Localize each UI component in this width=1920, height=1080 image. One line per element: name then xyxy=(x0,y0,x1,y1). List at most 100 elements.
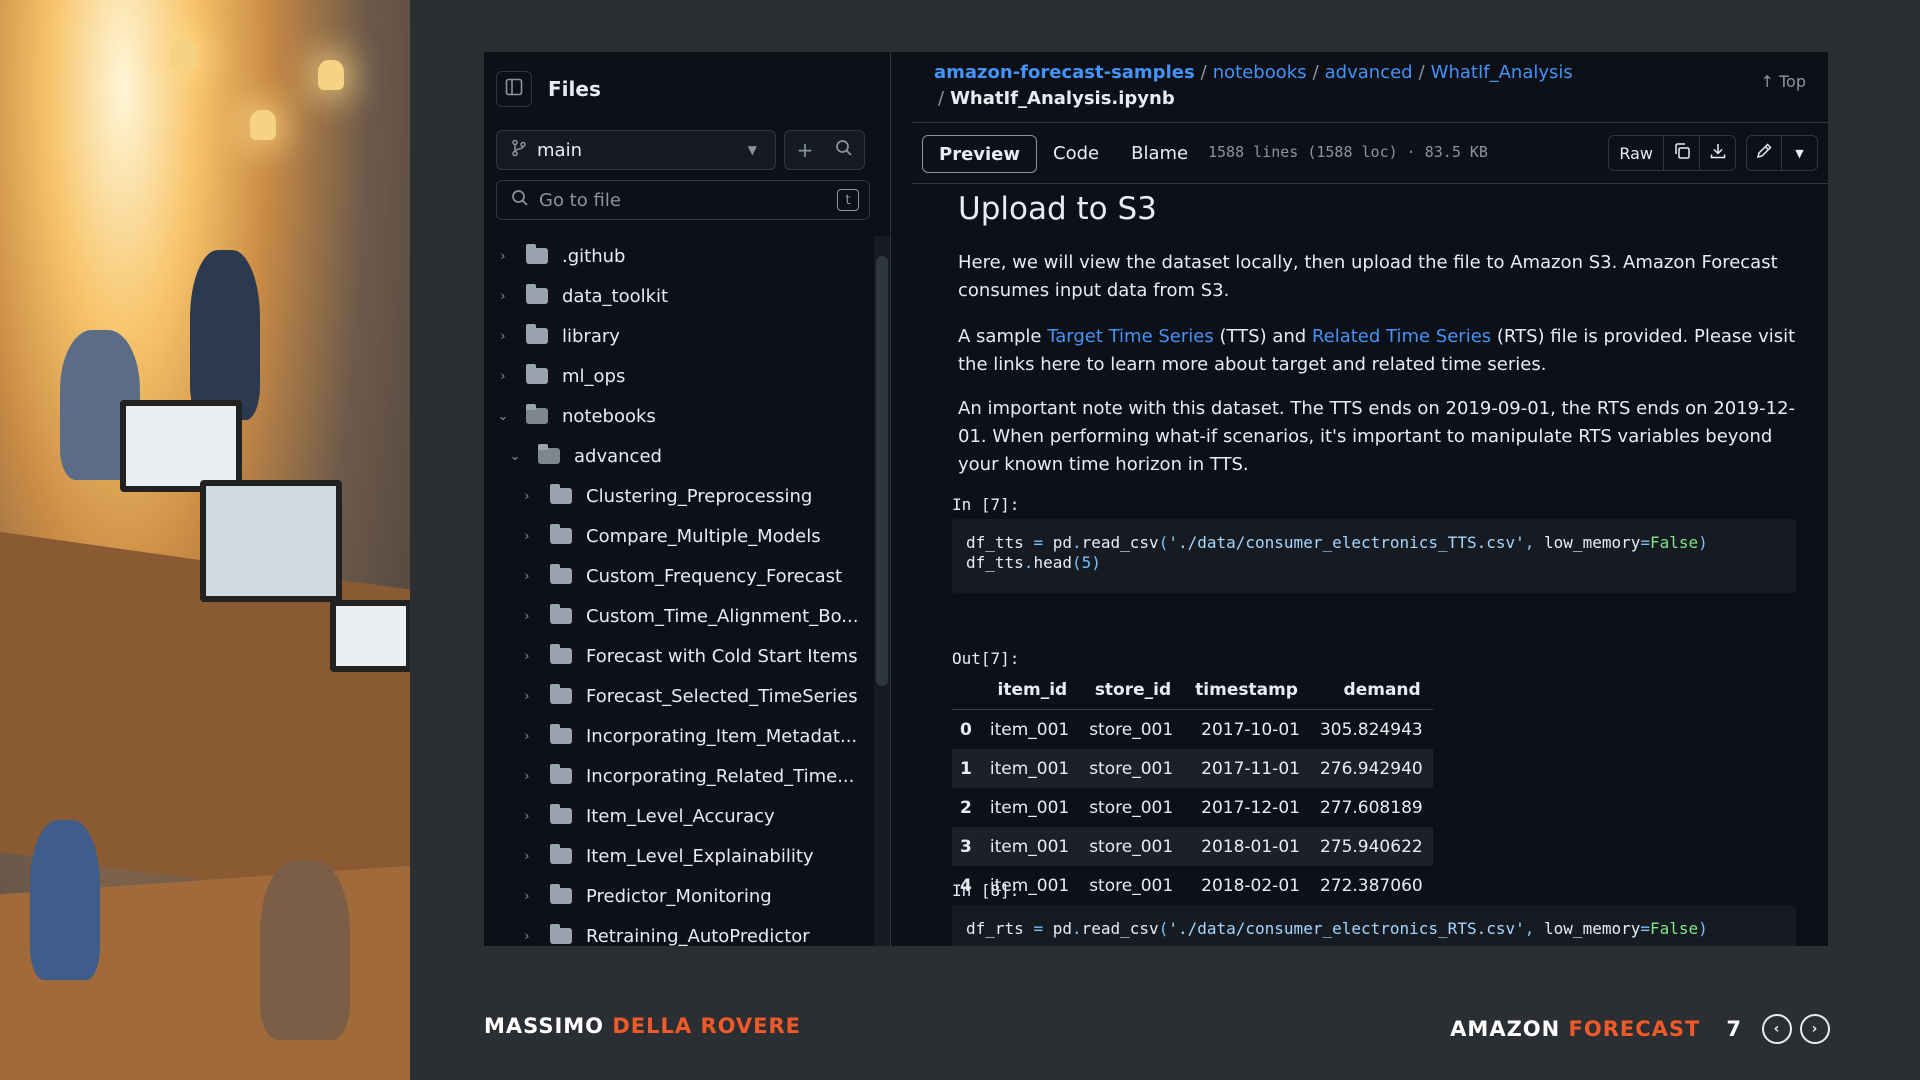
file-content-pane: amazon-forecast-samples / notebooks / advanc… xyxy=(912,52,1828,946)
table-cell: store_001 xyxy=(1079,827,1184,866)
tree-item[interactable]: › Forecast_Selected_TimeSeries xyxy=(484,676,870,716)
search-button[interactable] xyxy=(824,130,865,170)
row-index: 0 xyxy=(960,719,972,740)
breadcrumb-link-advanced[interactable]: advanced xyxy=(1325,62,1413,83)
chevron-right-icon: › xyxy=(524,768,530,784)
tree-item-label: Incorporating_Item_Metadat... xyxy=(586,725,858,747)
tree-item[interactable]: › Retraining_AutoPredictor xyxy=(484,916,870,946)
breadcrumb-link-notebooks[interactable]: notebooks xyxy=(1213,62,1307,83)
breadcrumb-file-name: WhatIf_Analysis.ipynb xyxy=(950,88,1175,109)
tree-item[interactable]: › Custom_Time_Alignment_Bo... xyxy=(484,596,870,636)
tree-item-label: Clustering_Preprocessing xyxy=(586,485,813,507)
folder-icon xyxy=(550,604,572,624)
raw-button[interactable]: Raw xyxy=(1608,135,1664,171)
chevron-right-icon: › xyxy=(524,648,530,664)
folder-icon xyxy=(526,324,548,344)
tab-blame[interactable]: Blame xyxy=(1115,135,1204,171)
tree-item-label: Incorporating_Related_Time... xyxy=(586,765,855,787)
dataframe-table: item_id store_id timestamp demand 0 item_001… xyxy=(952,671,1433,905)
edit-button[interactable] xyxy=(1746,135,1782,171)
back-to-top-button[interactable]: ↑ Top xyxy=(1761,72,1807,91)
table-row: 1 item_001 store_001 2017-11-01 276.942940 xyxy=(952,749,1433,788)
related-time-series-link[interactable]: Related Time Series xyxy=(1312,326,1491,347)
file-actions: Raw ▼ xyxy=(1608,135,1818,171)
sidebar-toggle-button[interactable] xyxy=(496,71,532,107)
tree-item-label: Predictor_Monitoring xyxy=(586,885,772,907)
tree-item[interactable]: › data_toolkit xyxy=(484,276,870,316)
table-cell: 277.608189 xyxy=(1319,797,1423,818)
edit-options-dropdown[interactable]: ▼ xyxy=(1782,135,1818,171)
column-header: demand xyxy=(1309,671,1433,710)
tree-item[interactable]: › Incorporating_Related_Time... xyxy=(484,756,870,796)
table-body: 0 item_001 store_001 2017-10-01 305.824943 1 i… xyxy=(952,710,1433,906)
tree-item-label: Item_Level_Explainability xyxy=(586,845,814,867)
row-index: 1 xyxy=(952,749,980,788)
chevron-right-icon: › xyxy=(1811,1021,1819,1037)
scrollbar-thumb[interactable] xyxy=(876,256,888,686)
table-row: 4 item_001 store_001 2018-02-01 272.387060 xyxy=(952,866,1433,905)
tree-item[interactable]: › library xyxy=(484,316,870,356)
tree-item-label: Custom_Time_Alignment_Bo... xyxy=(586,605,859,627)
go-to-file-input[interactable]: Go to file t xyxy=(496,180,870,220)
tree-item[interactable]: ⌄ advanced xyxy=(484,436,870,476)
previous-slide-button[interactable]: ‹ xyxy=(1762,1014,1792,1044)
chevron-right-icon: › xyxy=(500,368,506,384)
chevron-down-icon: ▼ xyxy=(1795,146,1804,160)
sidebar-scrollbar[interactable] xyxy=(874,236,890,946)
tree-item[interactable]: › Clustering_Preprocessing xyxy=(484,476,870,516)
copy-button[interactable] xyxy=(1664,135,1700,171)
tab-preview[interactable]: Preview xyxy=(922,135,1038,173)
breadcrumb: amazon-forecast-samples / notebooks / advanc… xyxy=(934,62,1573,109)
search-icon xyxy=(511,189,529,212)
table-cell: 2018-02-01 xyxy=(1201,875,1300,896)
table-cell: store_001 xyxy=(1079,749,1184,788)
tree-item[interactable]: › Custom_Frequency_Forecast xyxy=(484,556,870,596)
tree-item[interactable]: › Predictor_Monitoring xyxy=(484,876,870,916)
tab-code[interactable]: Code xyxy=(1037,135,1115,171)
tree-item-label: Forecast with Cold Start Items xyxy=(586,645,858,667)
tree-item[interactable]: › Forecast with Cold Start Items xyxy=(484,636,870,676)
tree-item[interactable]: › .github xyxy=(484,236,870,276)
folder-icon xyxy=(526,364,548,384)
breadcrumb-repo-link[interactable]: amazon-forecast-samples xyxy=(934,62,1195,83)
folder-icon xyxy=(550,564,572,584)
paragraph-1: Here, we will view the dataset locally, … xyxy=(958,252,1778,301)
folder-icon xyxy=(550,764,572,784)
copy-icon xyxy=(1673,142,1691,164)
tree-item[interactable]: › Incorporating_Item_Metadat... xyxy=(484,716,870,756)
chevron-right-icon: › xyxy=(524,928,530,944)
table-cell: item_001 xyxy=(989,719,1070,740)
tree-item[interactable]: › Item_Level_Explainability xyxy=(484,836,870,876)
column-header: item_id xyxy=(979,671,1080,710)
folder-icon xyxy=(550,804,572,824)
table-row: 3 item_001 store_001 2018-01-01 275.940622 xyxy=(952,827,1433,866)
tree-item[interactable]: ⌄ notebooks xyxy=(484,396,870,436)
file-tree-sidebar: Files main ▼ + Go to file t › .github › dat… xyxy=(484,52,891,946)
folder-icon xyxy=(550,884,572,904)
file-info: 1588 lines (1588 loc) · 83.5 KB xyxy=(1208,143,1488,161)
table-cell: 2017-12-01 xyxy=(1201,797,1300,818)
tree-item[interactable]: › Item_Level_Accuracy xyxy=(484,796,870,836)
folder-icon xyxy=(550,684,572,704)
download-button[interactable] xyxy=(1700,135,1736,171)
target-time-series-link[interactable]: Target Time Series xyxy=(1047,326,1214,347)
breadcrumb-link-whatif[interactable]: WhatIf_Analysis xyxy=(1431,62,1573,83)
next-slide-button[interactable]: › xyxy=(1800,1014,1830,1044)
table-cell: 2017-10-01 xyxy=(1201,719,1300,740)
file-tree: › .github › data_toolkit › library › ml_ops ⌄ not… xyxy=(484,236,870,946)
view-tabs: Preview Code Blame xyxy=(922,135,1204,173)
paragraph-3: An important note with this dataset. The… xyxy=(958,398,1796,475)
chevron-right-icon: › xyxy=(524,528,530,544)
sidebar-panel-icon xyxy=(505,78,523,100)
table-cell: item_001 xyxy=(979,749,1080,788)
tree-item[interactable]: › ml_ops xyxy=(484,356,870,396)
branch-selector[interactable]: main ▼ xyxy=(496,130,776,170)
column-header: store_id xyxy=(1079,671,1184,710)
go-to-file-placeholder: Go to file xyxy=(539,189,621,211)
add-file-button[interactable]: + xyxy=(784,130,826,170)
tree-item-label: ml_ops xyxy=(562,365,626,387)
tree-item-label: Compare_Multiple_Models xyxy=(586,525,821,547)
tree-item[interactable]: › Compare_Multiple_Models xyxy=(484,516,870,556)
search-icon xyxy=(835,138,853,162)
table-cell: 272.387060 xyxy=(1319,875,1423,896)
